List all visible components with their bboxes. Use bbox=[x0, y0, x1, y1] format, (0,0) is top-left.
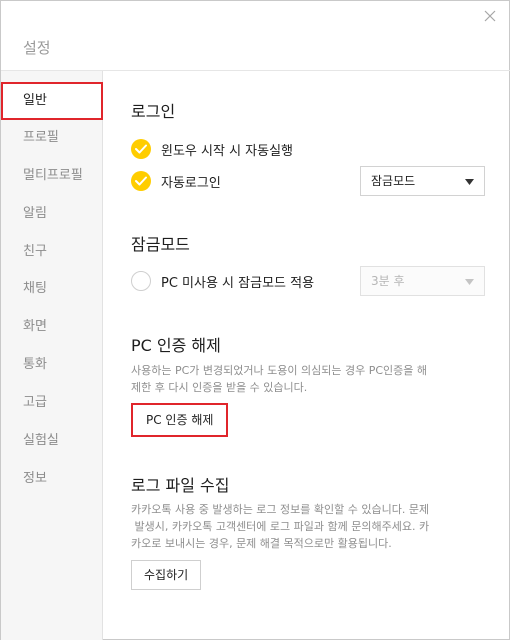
pc-auth-description: 사용하는 PC가 변경되었거나 도용이 의심되는 경우 PC인증을 해 제한 후… bbox=[131, 362, 481, 396]
check-icon bbox=[131, 139, 151, 159]
log-desc-line-1: 카카오톡 사용 중 발생하는 로그 정보를 확인할 수 있습니다. 문제 bbox=[131, 503, 430, 516]
log-desc-line-3: 카오로 보내시는 경우, 문제 해결 목적으로만 활용됩니다. bbox=[131, 537, 392, 550]
close-icon bbox=[484, 10, 496, 22]
idle-lock-label: PC 미사용 시 잠금모드 적용 bbox=[161, 275, 315, 291]
sidebar-item-chat[interactable]: 채팅 bbox=[1, 270, 103, 308]
login-mode-select[interactable]: 잠금모드 bbox=[360, 166, 485, 196]
auto-start-checkbox[interactable]: 윈도우 시작 시 자동실행 bbox=[131, 138, 293, 160]
lock-section-title: 잠금모드 bbox=[131, 235, 190, 254]
chevron-down-icon bbox=[465, 279, 474, 285]
idle-lock-checkbox[interactable]: PC 미사용 시 잠금모드 적용 bbox=[131, 270, 314, 292]
auto-start-label: 윈도우 시작 시 자동실행 bbox=[161, 143, 293, 159]
sidebar-item-notifications[interactable]: 알림 bbox=[1, 195, 103, 233]
log-desc-line-2: 발생시, 카카오톡 고객센터에 로그 파일과 함께 문의해주세요. 카 bbox=[131, 520, 430, 533]
pc-auth-section-title: PC 인증 해제 bbox=[131, 336, 221, 355]
pc-auth-release-button[interactable]: PC 인증 해제 bbox=[131, 403, 229, 437]
settings-content: 로그인 윈도우 시작 시 자동실행 자동로그인 잠금모드 잠금모드 PC 미사용… bbox=[104, 71, 510, 640]
sidebar-item-general[interactable]: 일반 bbox=[1, 82, 103, 120]
log-description: 카카오톡 사용 중 발생하는 로그 정보를 확인할 수 있습니다. 문제 발생시… bbox=[131, 501, 481, 552]
chevron-down-icon bbox=[465, 179, 474, 185]
sidebar-item-call[interactable]: 통화 bbox=[1, 346, 103, 384]
window-title: 설정 bbox=[23, 39, 51, 57]
sidebar-nav: 일반 프로필 멀티프로필 알림 친구 채팅 화면 통화 고급 실험실 정보 bbox=[1, 71, 103, 640]
auto-login-label: 자동로그인 bbox=[161, 175, 221, 191]
settings-window: 설정 일반 프로필 멀티프로필 알림 친구 채팅 화면 통화 고급 실험실 정보… bbox=[0, 0, 510, 640]
check-icon bbox=[131, 171, 151, 191]
sidebar-item-profile[interactable]: 프로필 bbox=[1, 119, 103, 157]
unchecked-circle-icon bbox=[131, 271, 151, 291]
auto-login-checkbox[interactable]: 자동로그인 bbox=[131, 170, 221, 192]
sidebar-item-multiprofile[interactable]: 멀티프로필 bbox=[1, 157, 103, 195]
lock-delay-select: 3분 후 bbox=[360, 266, 485, 296]
login-section-title: 로그인 bbox=[131, 102, 176, 121]
sidebar-item-info[interactable]: 정보 bbox=[1, 460, 103, 498]
pc-auth-desc-line-1: 사용하는 PC가 변경되었거나 도용이 의심되는 경우 PC인증을 해 bbox=[131, 364, 427, 377]
sidebar-item-friends[interactable]: 친구 bbox=[1, 233, 103, 271]
collect-logs-button[interactable]: 수집하기 bbox=[131, 560, 202, 590]
sidebar-item-screen[interactable]: 화면 bbox=[1, 308, 103, 346]
log-section-title: 로그 파일 수집 bbox=[131, 476, 230, 495]
lock-delay-value: 3분 후 bbox=[371, 274, 405, 288]
sidebar-item-labs[interactable]: 실험실 bbox=[1, 422, 103, 460]
close-button[interactable] bbox=[481, 7, 499, 25]
sidebar-item-advanced[interactable]: 고급 bbox=[1, 384, 103, 422]
login-mode-value: 잠금모드 bbox=[371, 174, 416, 188]
pc-auth-desc-line-2: 제한 후 다시 인증을 받을 수 있습니다. bbox=[131, 381, 308, 394]
